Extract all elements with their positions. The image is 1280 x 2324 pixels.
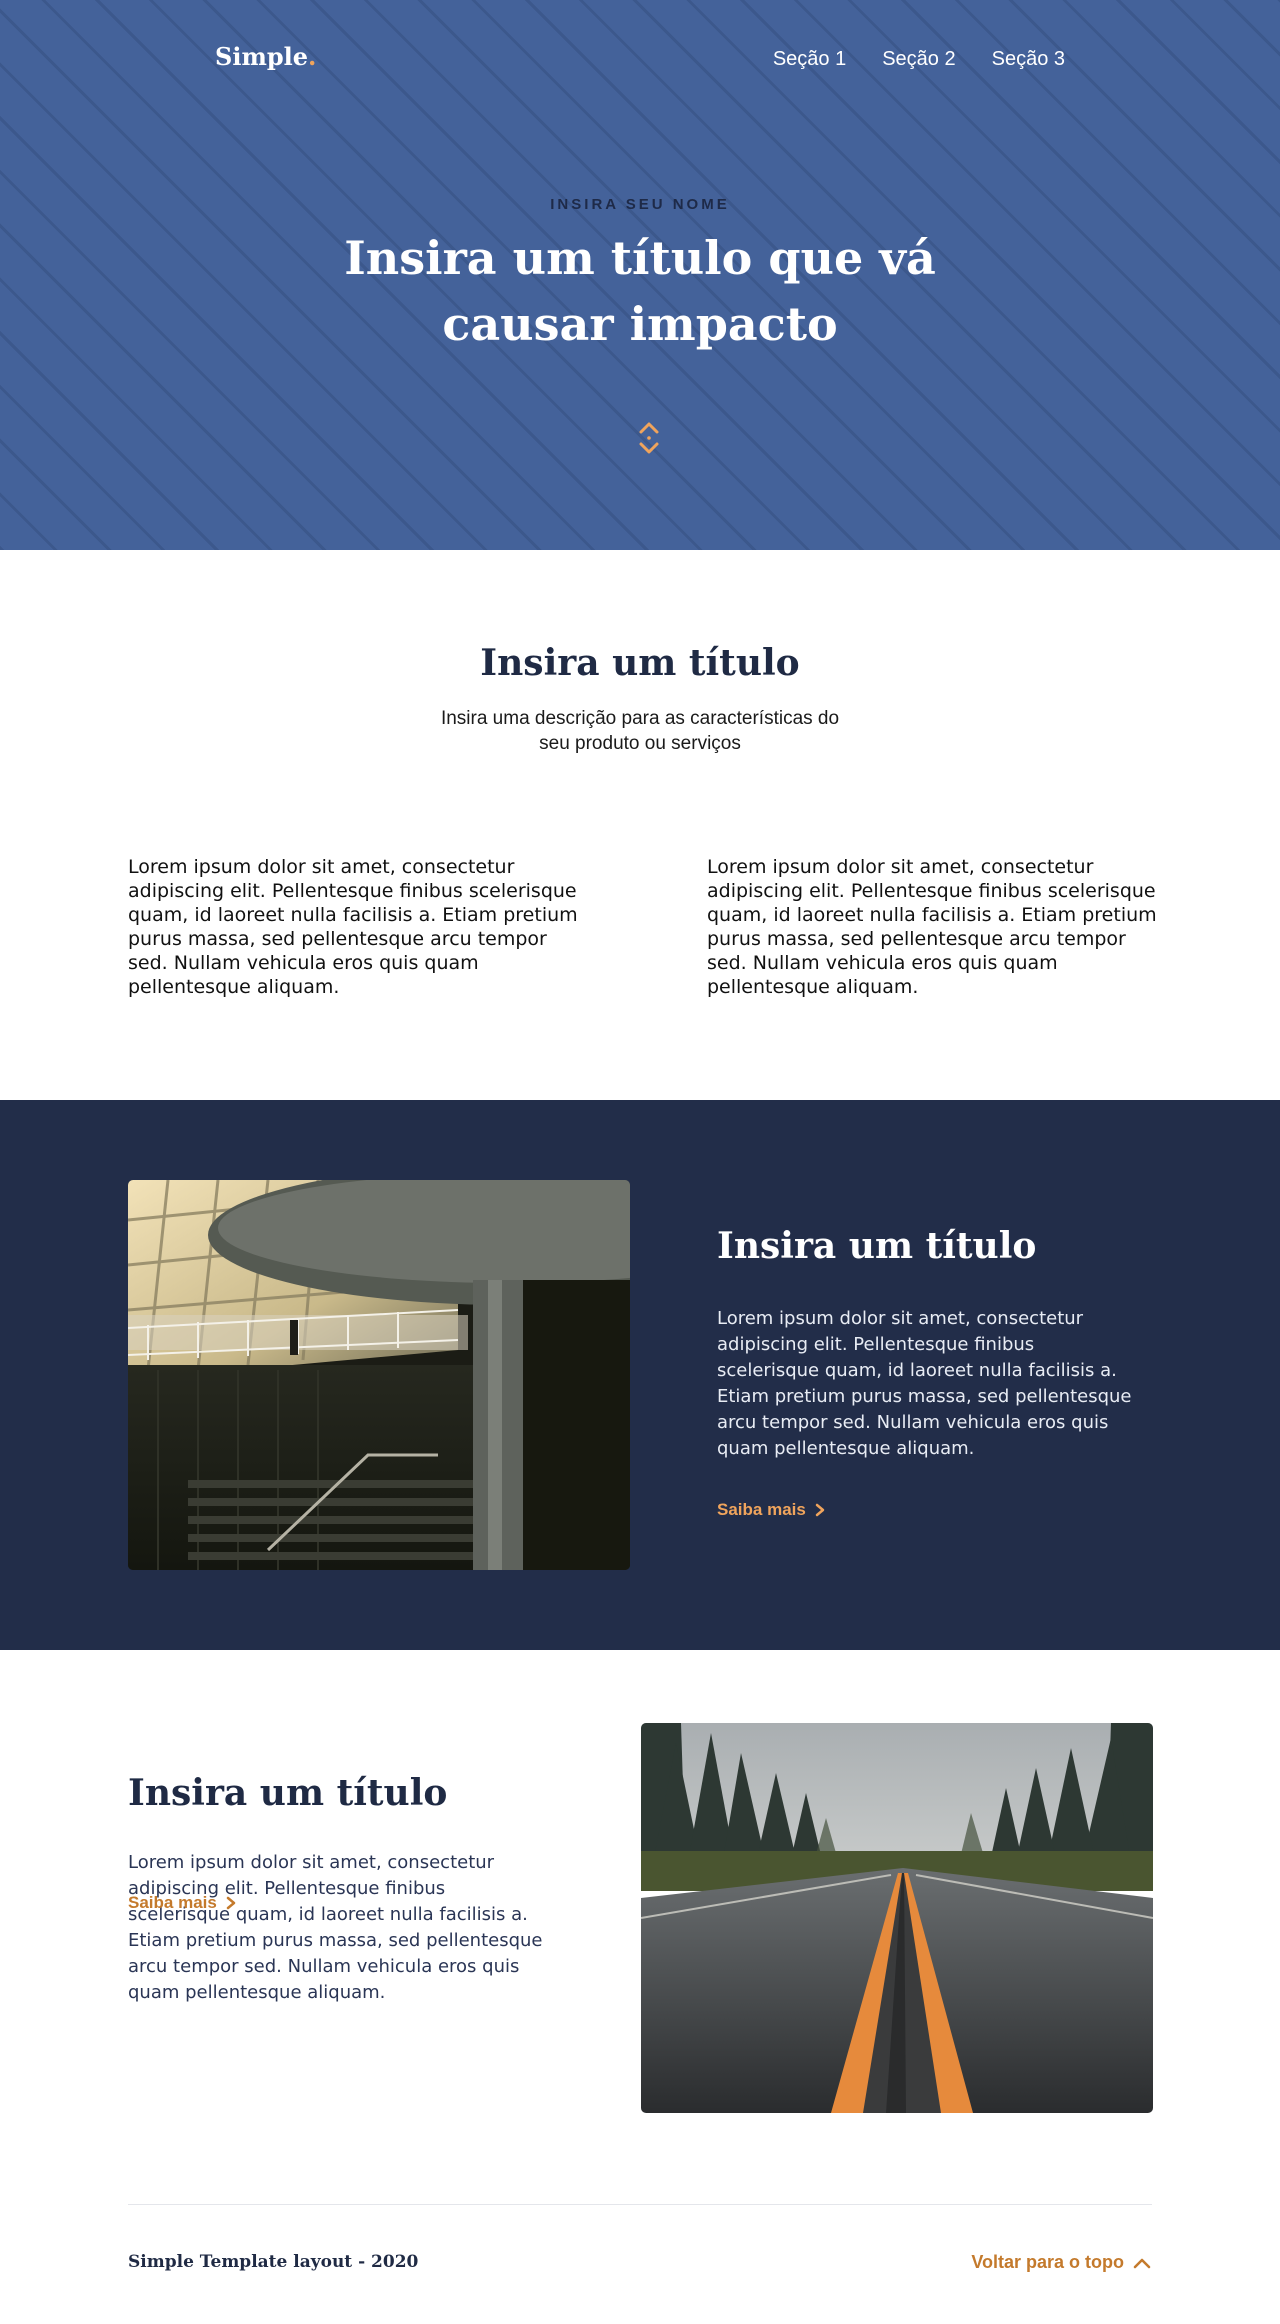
main-nav: Seção 1 Seção 2 Seção 3 — [773, 48, 1065, 71]
logo-text: Simple — [215, 42, 309, 71]
intro-title: Insira um título — [480, 642, 800, 684]
building-staircase-image — [128, 1180, 630, 1570]
feature-dark-title: Insira um título — [717, 1225, 1037, 1267]
chevron-right-icon — [815, 1503, 825, 1517]
hero-eyebrow: INSIRA SEU NOME — [550, 196, 730, 213]
feature-dark-section: Insira um título Lorem ipsum dolor sit a… — [0, 1100, 1280, 1650]
feature-light-body: Lorem ipsum dolor sit amet, consectetur … — [128, 1852, 543, 2003]
hero-section: Simple. Seção 1 Seção 2 Seção 3 INSIRA S… — [0, 0, 1280, 550]
footer-divider — [128, 2204, 1152, 2205]
intro-section: Insira um título Insira uma descrição pa… — [0, 550, 1280, 1100]
back-to-top-label: Voltar para o topo — [971, 2252, 1124, 2272]
feature-dark-more-link[interactable]: Saiba mais — [717, 1500, 826, 1520]
more-link-label: Saiba mais — [128, 1893, 217, 1912]
logo[interactable]: Simple. — [215, 42, 316, 71]
chevron-up-icon — [1133, 2258, 1151, 2268]
hero-title: Insira um título que vá causar impacto — [344, 231, 936, 351]
feature-light-more-link[interactable]: Saiba mais — [128, 1893, 237, 1913]
foggy-road-image — [641, 1723, 1153, 2113]
chevron-up-down-icon[interactable] — [636, 420, 662, 456]
intro-column-2: Lorem ipsum dolor sit amet, consectetur … — [707, 856, 1157, 998]
nav-link-secao-3[interactable]: Seção 3 — [992, 48, 1065, 71]
nav-link-secao-2[interactable]: Seção 2 — [882, 48, 955, 71]
more-link-label: Saiba mais — [717, 1500, 806, 1519]
footer-credit: Simple Template layout - 2020 — [128, 2252, 419, 2272]
intro-column-1: Lorem ipsum dolor sit amet, consectetur … — [128, 856, 578, 998]
chevron-right-icon — [226, 1896, 236, 1910]
back-to-top-link[interactable]: Voltar para o topo — [971, 2252, 1152, 2273]
feature-dark-body: Lorem ipsum dolor sit amet, consectetur … — [717, 1308, 1132, 1459]
intro-description: Insira uma descrição para as característ… — [440, 708, 840, 754]
feature-light-title: Insira um título — [128, 1772, 448, 1814]
feature-light-section: Insira um título Lorem ipsum dolor sit a… — [0, 1650, 1280, 2200]
nav-link-secao-1[interactable]: Seção 1 — [773, 48, 846, 71]
logo-dot: . — [308, 42, 317, 71]
